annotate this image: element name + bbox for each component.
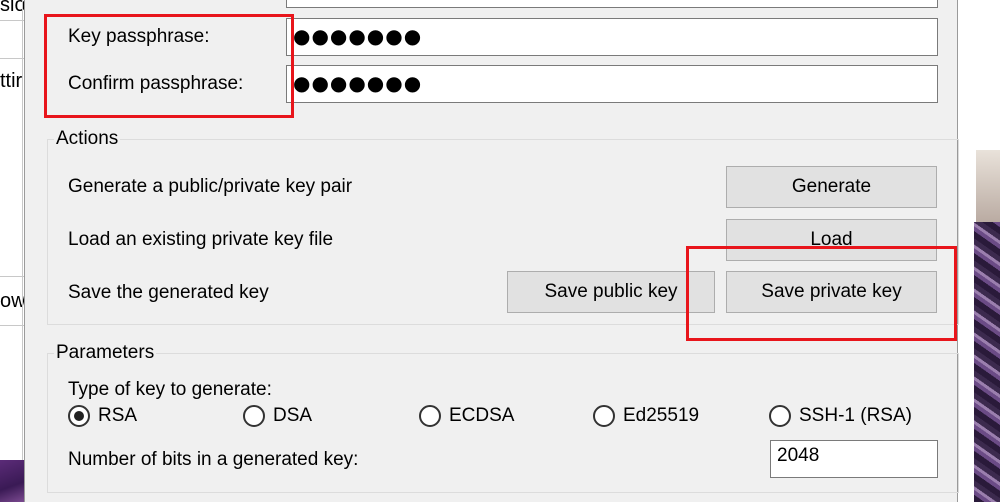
highlight-save-private-key xyxy=(686,246,957,341)
key-passphrase-input[interactable]: ●●●●●●● xyxy=(286,18,938,56)
radio-label: RSA xyxy=(98,405,138,426)
background-text-fragment: ow xyxy=(0,290,24,312)
background-divider xyxy=(0,58,24,59)
radio-ecdsa[interactable]: ECDSA xyxy=(419,405,514,427)
background-image xyxy=(976,150,1000,225)
background-text-fragment: sio xyxy=(0,0,24,16)
background-image xyxy=(0,460,24,502)
radio-label: DSA xyxy=(273,405,313,426)
radio-label: SSH-1 (RSA) xyxy=(799,405,912,426)
radio-unselected-icon xyxy=(593,405,615,427)
radio-unselected-icon xyxy=(419,405,441,427)
key-type-label: Type of key to generate: xyxy=(68,379,272,400)
background-image xyxy=(974,222,1000,502)
radio-ed25519[interactable]: Ed25519 xyxy=(593,405,699,427)
radio-unselected-icon xyxy=(769,405,791,427)
bits-input[interactable]: 2048 xyxy=(770,440,938,478)
parameters-group-title: Parameters xyxy=(54,342,157,364)
radio-rsa[interactable]: RSA xyxy=(68,405,137,427)
confirm-passphrase-input[interactable]: ●●●●●●● xyxy=(286,65,938,103)
key-comment-field[interactable] xyxy=(286,0,938,8)
background-divider xyxy=(0,276,24,277)
background-image-strip xyxy=(958,0,1000,502)
load-description: Load an existing private key file xyxy=(68,229,334,250)
background-text-fragment: ttir xyxy=(0,70,23,92)
background-window: sio ttir ow xyxy=(0,0,24,502)
bits-label: Number of bits in a generated key: xyxy=(68,449,359,470)
save-public-key-button[interactable]: Save public key xyxy=(507,271,715,313)
radio-label: Ed25519 xyxy=(623,405,700,426)
background-divider xyxy=(0,20,24,21)
radio-selected-icon xyxy=(68,405,90,427)
generate-button[interactable]: Generate xyxy=(726,166,937,208)
generate-description: Generate a public/private key pair xyxy=(68,176,353,197)
background-divider xyxy=(0,325,24,326)
radio-ssh1-rsa[interactable]: SSH-1 (RSA) xyxy=(769,405,912,427)
highlight-passphrase-labels xyxy=(44,14,294,118)
radio-unselected-icon xyxy=(243,405,265,427)
save-description: Save the generated key xyxy=(68,282,269,303)
radio-label: ECDSA xyxy=(449,405,515,426)
actions-group-title: Actions xyxy=(54,128,121,150)
radio-dsa[interactable]: DSA xyxy=(243,405,312,427)
background-divider xyxy=(22,0,23,502)
